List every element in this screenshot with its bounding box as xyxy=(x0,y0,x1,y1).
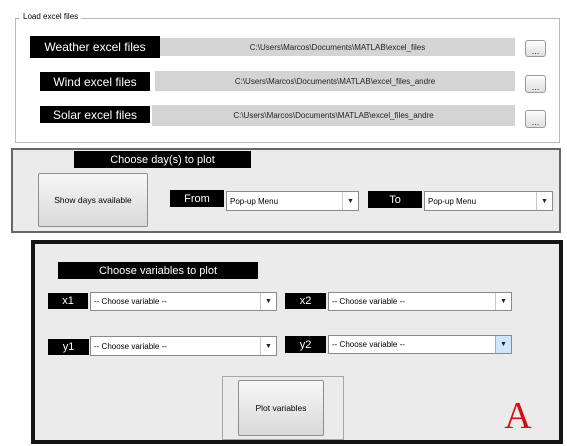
to-dropdown[interactable]: Pop-up Menu ▼ xyxy=(424,191,553,211)
chevron-down-icon[interactable]: ▼ xyxy=(342,192,358,210)
variables-panel-title: Choose variables to plot xyxy=(58,262,258,279)
wind-browse-button[interactable]: ... xyxy=(525,75,546,93)
chevron-down-icon[interactable]: ▼ xyxy=(495,336,511,353)
to-label: To xyxy=(368,191,422,208)
from-dropdown-value: Pop-up Menu xyxy=(230,196,279,206)
from-dropdown[interactable]: Pop-up Menu ▼ xyxy=(226,191,359,211)
x1-label: x1 xyxy=(48,293,88,309)
chevron-down-icon[interactable]: ▼ xyxy=(536,192,552,210)
corner-letter: A xyxy=(504,395,532,437)
solar-files-label: Solar excel files xyxy=(40,106,150,123)
y2-dropdown-value: -- Choose variable -- xyxy=(332,340,405,349)
load-files-legend: Load excel files xyxy=(20,11,82,23)
chevron-down-icon[interactable]: ▼ xyxy=(495,293,511,310)
solar-files-path: C:\Users\Marcos\Documents\MATLAB\excel_f… xyxy=(152,105,515,126)
x2-dropdown-value: -- Choose variable -- xyxy=(332,297,405,306)
y1-label: y1 xyxy=(48,339,89,355)
x1-dropdown-value: -- Choose variable -- xyxy=(94,297,167,306)
y1-dropdown-value: -- Choose variable -- xyxy=(94,341,167,351)
x2-label: x2 xyxy=(285,293,326,309)
to-dropdown-value: Pop-up Menu xyxy=(428,196,477,206)
chevron-down-icon[interactable]: ▼ xyxy=(260,293,276,310)
y1-dropdown[interactable]: -- Choose variable -- ▼ xyxy=(90,336,277,356)
from-label: From xyxy=(170,190,224,207)
days-panel-title: Choose day(s) to plot xyxy=(74,151,251,168)
x2-dropdown[interactable]: -- Choose variable -- ▼ xyxy=(328,292,512,311)
wind-files-path: C:\Users\Marcos\Documents\MATLAB\excel_f… xyxy=(155,71,515,91)
weather-files-path: C:\Users\Marcos\Documents\MATLAB\excel_f… xyxy=(160,38,515,56)
wind-files-label: Wind excel files xyxy=(40,72,150,91)
show-days-button[interactable]: Show days available xyxy=(38,173,148,227)
plot-variables-button[interactable]: Plot variables xyxy=(238,380,324,436)
weather-browse-button[interactable]: ... xyxy=(525,40,546,57)
weather-files-label: Weather excel files xyxy=(30,36,160,58)
y2-label: y2 xyxy=(285,336,326,353)
x1-dropdown[interactable]: -- Choose variable -- ▼ xyxy=(90,292,277,311)
y2-dropdown[interactable]: -- Choose variable -- ▼ xyxy=(328,335,512,354)
chevron-down-icon[interactable]: ▼ xyxy=(260,337,276,355)
solar-browse-button[interactable]: ... xyxy=(525,110,546,128)
